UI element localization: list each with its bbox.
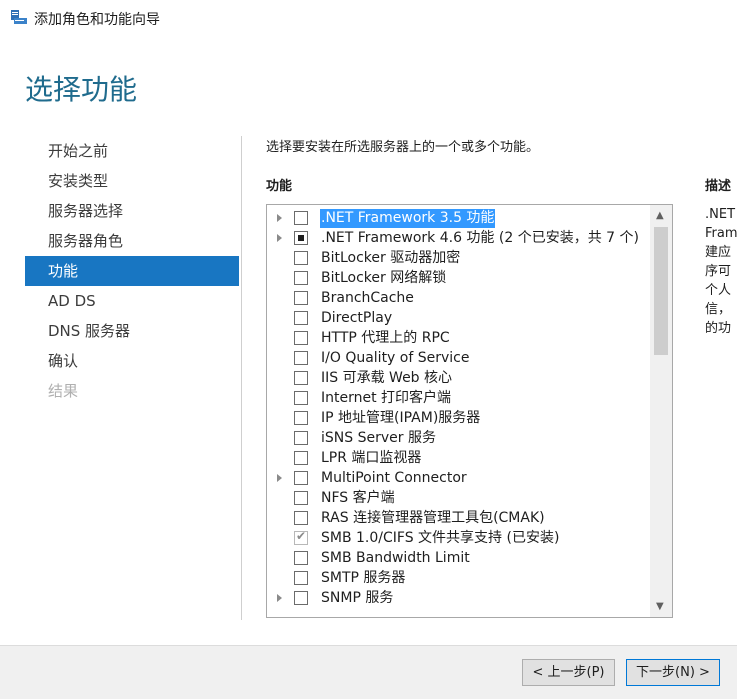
feature-checkbox[interactable]: [294, 491, 308, 505]
feature-row[interactable]: .NET Framework 4.6 功能 (2 个已安装，共 7 个): [267, 229, 649, 249]
feature-checkbox[interactable]: [294, 331, 308, 345]
feature-row[interactable]: SMTP 服务器: [267, 569, 649, 589]
window-title: 添加角色和功能向导: [34, 12, 160, 28]
scroll-thumb[interactable]: [654, 227, 668, 355]
wizard-nav: 开始之前 安装类型 服务器选择 服务器角色 功能 AD DS DNS 服务器 确认结果: [25, 136, 239, 406]
feature-label[interactable]: iSNS Server 服务: [320, 429, 437, 448]
feature-label[interactable]: SMTP 服务器: [320, 569, 406, 588]
nav-item[interactable]: 安装类型: [25, 166, 239, 196]
feature-row[interactable]: DirectPlay: [267, 309, 649, 329]
feature-row[interactable]: HTTP 代理上的 RPC: [267, 329, 649, 349]
next-button[interactable]: 下一步(N) >: [626, 659, 720, 686]
title-bar: 添加角色和功能向导: [0, 0, 737, 36]
feature-row[interactable]: I/O Quality of Service: [267, 349, 649, 369]
description-line: 个人: [705, 283, 732, 298]
feature-label[interactable]: NFS 客户端: [320, 489, 396, 508]
feature-label[interactable]: .NET Framework 3.5 功能: [320, 209, 496, 228]
feature-checkbox: ✔: [294, 529, 308, 545]
description-line: 的功: [705, 321, 732, 336]
server-manager-icon: [10, 9, 28, 25]
feature-checkbox[interactable]: [294, 591, 308, 605]
feature-row[interactable]: MultiPoint Connector: [267, 469, 649, 489]
feature-label[interactable]: LPR 端口监视器: [320, 449, 422, 468]
scroll-down-icon[interactable]: ▼: [656, 601, 664, 612]
feature-row[interactable]: BitLocker 驱动器加密: [267, 249, 649, 269]
description-heading: 描述: [705, 179, 732, 194]
expand-arrow-icon[interactable]: [277, 474, 282, 482]
feature-row[interactable]: iSNS Server 服务: [267, 429, 649, 449]
feature-checkbox[interactable]: [294, 471, 308, 485]
feature-checkbox[interactable]: [294, 311, 308, 325]
expand-arrow-icon[interactable]: [277, 594, 282, 602]
feature-checkbox[interactable]: [294, 351, 308, 365]
nav-item[interactable]: 服务器选择: [25, 196, 239, 226]
feature-checkbox[interactable]: [294, 291, 308, 305]
expand-arrow-icon[interactable]: [277, 234, 282, 242]
feature-label[interactable]: Internet 打印客户端: [320, 389, 452, 408]
feature-checkbox[interactable]: [294, 571, 308, 585]
instruction-text: 选择要安装在所选服务器上的一个或多个功能。: [266, 140, 540, 155]
feature-row[interactable]: ✔ SMB 1.0/CIFS 文件共享支持 (已安装): [267, 529, 649, 549]
description-line: 序可: [705, 264, 732, 279]
nav-item[interactable]: 开始之前: [25, 136, 239, 166]
feature-row[interactable]: IIS 可承载 Web 核心: [267, 369, 649, 389]
description-line: 信，: [705, 302, 732, 317]
feature-label[interactable]: SMB Bandwidth Limit: [320, 549, 471, 568]
nav-item[interactable]: 确认: [25, 346, 239, 376]
nav-item[interactable]: 功能: [25, 256, 239, 286]
feature-checkbox[interactable]: [294, 391, 308, 405]
feature-checkbox[interactable]: [294, 431, 308, 445]
description-line: Fram: [705, 226, 737, 241]
feature-row[interactable]: BranchCache: [267, 289, 649, 309]
description-text: .NET Fram 建应序可个人信， 的功: [705, 205, 737, 338]
feature-row[interactable]: IP 地址管理(IPAM)服务器: [267, 409, 649, 429]
page-title: 选择功能: [25, 73, 138, 106]
feature-label[interactable]: IIS 可承载 Web 核心: [320, 369, 453, 388]
feature-row[interactable]: SNMP 服务: [267, 589, 649, 609]
feature-row[interactable]: .NET Framework 3.5 功能: [267, 209, 649, 229]
scroll-up-icon[interactable]: ▲: [656, 210, 664, 221]
feature-label[interactable]: DirectPlay: [320, 309, 393, 328]
feature-row[interactable]: LPR 端口监视器: [267, 449, 649, 469]
previous-button[interactable]: < 上一步(P): [522, 659, 615, 686]
checkmark-icon: ✔: [296, 529, 307, 543]
footer: < 上一步(P) 下一步(N) >: [0, 645, 737, 699]
feature-checkbox[interactable]: [294, 271, 308, 285]
description-line: .NET: [705, 207, 736, 222]
nav-item: 结果: [48, 382, 79, 400]
feature-checkbox[interactable]: [294, 451, 308, 465]
feature-label[interactable]: BitLocker 网络解锁: [320, 269, 447, 288]
nav-item[interactable]: DNS 服务器: [25, 316, 239, 346]
feature-label[interactable]: IP 地址管理(IPAM)服务器: [320, 409, 481, 428]
feature-row[interactable]: BitLocker 网络解锁: [267, 269, 649, 289]
feature-checkbox[interactable]: [294, 371, 308, 385]
feature-label[interactable]: RAS 连接管理器管理工具包(CMAK): [320, 509, 546, 528]
feature-checkbox[interactable]: [294, 551, 308, 565]
feature-checkbox[interactable]: [294, 231, 308, 245]
feature-row[interactable]: Internet 打印客户端: [267, 389, 649, 409]
feature-checkbox[interactable]: [294, 251, 308, 265]
feature-label[interactable]: .NET Framework 4.6 功能 (2 个已安装，共 7 个): [320, 229, 640, 248]
feature-label[interactable]: BranchCache: [320, 289, 415, 308]
feature-row[interactable]: RAS 连接管理器管理工具包(CMAK): [267, 509, 649, 529]
features-heading: 功能: [266, 179, 293, 194]
feature-checkbox[interactable]: [294, 511, 308, 525]
feature-label[interactable]: HTTP 代理上的 RPC: [320, 329, 451, 348]
nav-item[interactable]: 服务器角色: [25, 226, 239, 256]
feature-checkbox[interactable]: [294, 411, 308, 425]
nav-item[interactable]: AD DS: [25, 286, 239, 316]
feature-label[interactable]: I/O Quality of Service: [320, 349, 470, 368]
features-list[interactable]: .NET Framework 3.5 功能 .NET Framework 4.6 …: [266, 204, 673, 618]
description-line: 建应: [705, 245, 732, 260]
feature-label[interactable]: SNMP 服务: [320, 589, 394, 608]
expand-arrow-icon[interactable]: [277, 214, 282, 222]
feature-label[interactable]: BitLocker 驱动器加密: [320, 249, 461, 268]
feature-label[interactable]: SMB 1.0/CIFS 文件共享支持 (已安装): [320, 529, 560, 548]
feature-row[interactable]: NFS 客户端: [267, 489, 649, 509]
feature-row[interactable]: SMB Bandwidth Limit: [267, 549, 649, 569]
feature-label[interactable]: MultiPoint Connector: [320, 469, 468, 488]
vertical-scrollbar[interactable]: ▲ ▼: [650, 205, 672, 617]
divider: [241, 136, 242, 620]
feature-checkbox[interactable]: [294, 211, 308, 225]
